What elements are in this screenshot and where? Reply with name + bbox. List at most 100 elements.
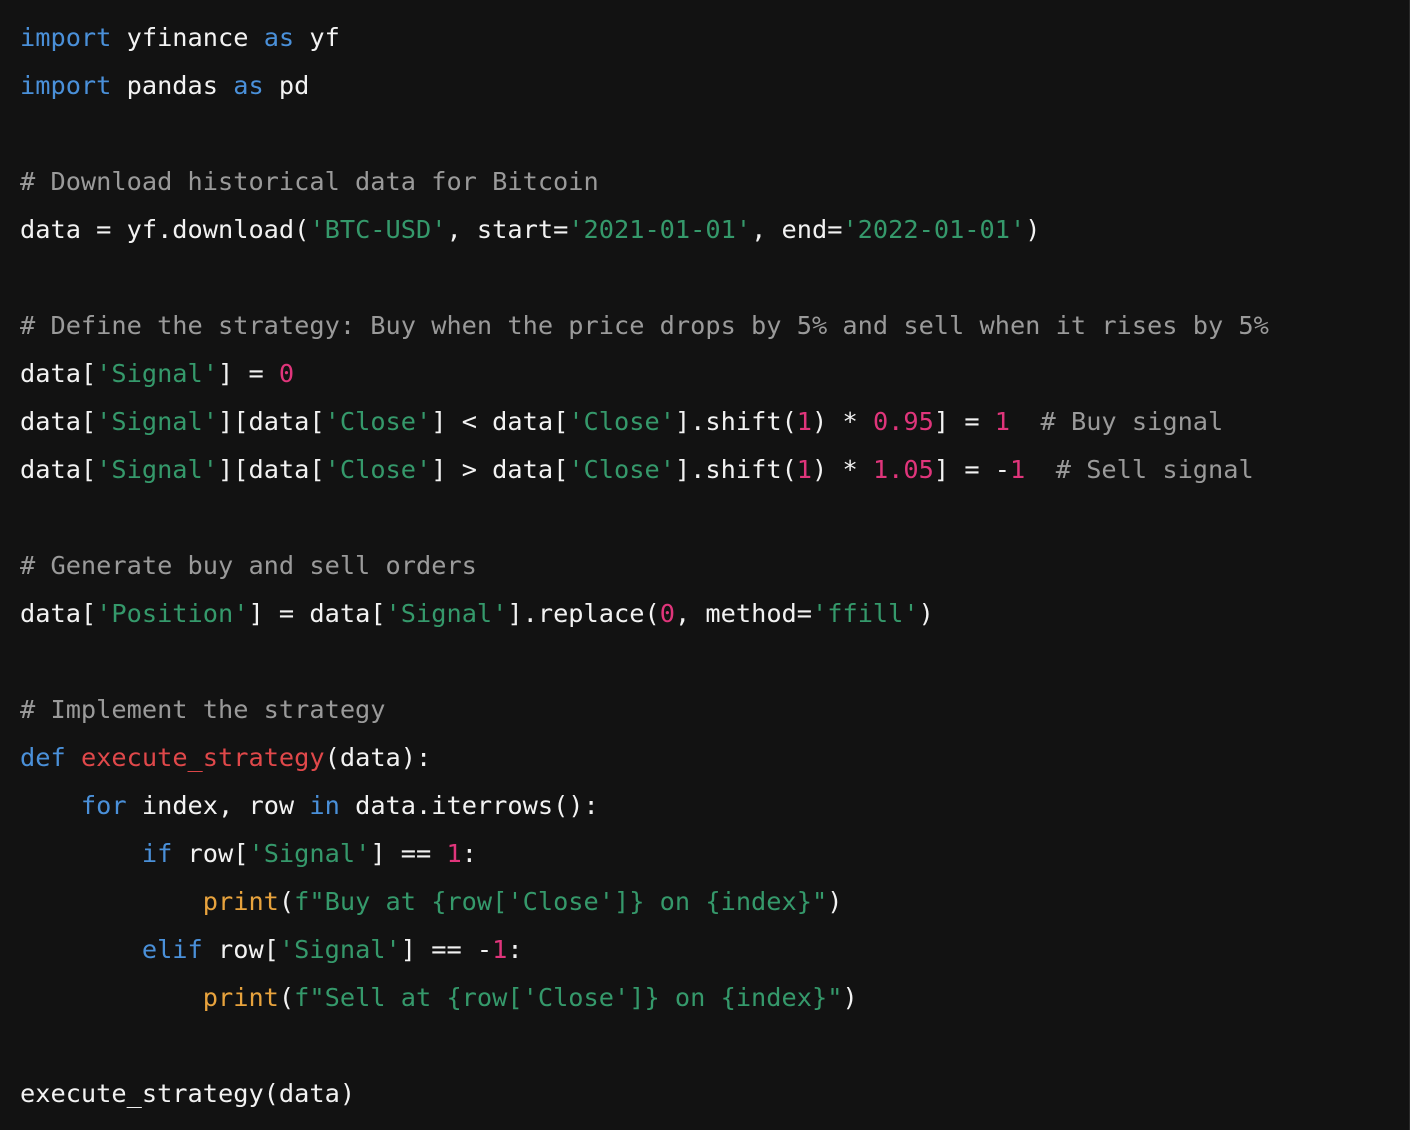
code-token-str: '2021-01-01' [568,215,752,244]
code-token-plain: data[ [20,407,97,436]
code-token-cmt: # Define the strategy: Buy when the pric… [20,311,1269,340]
code-token-plain: ].replace( [507,599,660,628]
code-token-plain: yfinance [111,23,264,52]
code-token-plain: yf [294,23,340,52]
code-token-kw: if [141,839,173,868]
code-line: import pandas as pd [20,62,1269,110]
code-token-plain: row[ [172,839,249,868]
code-token-num: 0.95 [872,407,934,436]
code-token-plain: ] < data[ [431,407,569,436]
code-token-num: 0 [278,359,295,388]
code-token-str: 'Signal' [278,935,401,964]
code-token-str: 'Close' [568,407,675,436]
code-token-plain: , method= [674,599,813,628]
code-token-plain: (data): [324,743,432,772]
code-token-plain: ] = - [933,455,1011,484]
code-line: ​ [20,1022,1269,1070]
code-token-num: 0 [659,599,675,628]
code-token-str: 'Position' [96,599,249,628]
code-token-plain: ( [278,983,295,1012]
code-line: data['Signal'][data['Close'] > data['Clo… [20,446,1269,494]
code-line: print(f"Sell at {row['Close']} on {index… [20,974,1269,1022]
code-token-str: 'Close' [324,407,432,436]
code-token-kw: elif [141,935,203,964]
code-token-plain: data[ [20,599,97,628]
code-token-plain: execute_strategy(data) [20,1079,356,1108]
code-token-plain: : [507,935,523,964]
code-token-num: 1 [796,407,813,436]
code-line: # Implement the strategy [20,686,1269,734]
code-token-plain: ][data[ [218,455,325,484]
code-token-plain: data = yf.download( [20,215,310,244]
code-token-str: 'Signal' [96,359,218,388]
code-token-str: f"Sell at {row['Close']} on {index}" [294,983,843,1012]
code-token-str: 'Signal' [96,455,218,484]
code-token-plain: data.iterrows(): [339,791,599,820]
code-token-str: 'Signal' [248,839,371,868]
code-token-plain: ][data[ [218,407,325,436]
code-line: data['Signal'][data['Close'] < data['Clo… [20,398,1269,446]
code-line: data = yf.download('BTC-USD', start='202… [20,206,1269,254]
code-token-str: 'Signal' [385,599,508,628]
code-token-str: 'ffill' [812,599,919,628]
code-token-kw: for [80,791,127,820]
code-line: data['Position'] = data['Signal'].replac… [20,590,1269,638]
code-token-plain: ].shift( [674,407,797,436]
code-token-str: 'Close' [568,455,675,484]
code-token-plain: index, row [126,791,310,820]
code-token-plain: , start= [446,215,569,244]
code-token-num: 1 [796,455,813,484]
code-token-plain: , end= [751,215,843,244]
code-token-kw: import [20,71,112,100]
code-token-plain: ] = [933,407,995,436]
code-token-plain: row[ [202,935,279,964]
code-line: elif row['Signal'] == -1: [20,926,1269,974]
code-token-plain: ] == - [400,935,493,964]
code-line: # Generate buy and sell orders [20,542,1269,590]
code-token-kw: as [263,23,295,52]
code-line: # Define the strategy: Buy when the pric… [20,302,1269,350]
code-line: def execute_strategy(data): [20,734,1269,782]
code-token-plain: ] = [218,359,279,388]
python-code-block[interactable]: import yfinance as yf import pandas as pd… [20,14,1269,1118]
code-line: ​ [20,110,1269,158]
code-token-kw: as [233,71,264,100]
code-token-call: print [202,887,279,916]
code-token-str: 'Signal' [96,407,218,436]
code-token-cmt: # Generate buy and sell orders [20,551,477,580]
code-token-call: print [202,983,279,1012]
code-token-plain: ].shift( [674,455,797,484]
code-token-str: 'Close' [324,455,432,484]
code-token-plain: ) [918,599,934,628]
code-token-plain: data[ [20,455,97,484]
code-token-num: 1 [446,839,462,868]
code-token-plain: ( [278,887,295,916]
code-token-num: 1 [994,407,1011,436]
code-token-str: '2022-01-01' [842,215,1026,244]
code-token-cmt: # Implement the strategy [20,695,386,724]
code-token-plain: pd [263,71,310,100]
code-token-plain: ) * [812,407,873,436]
code-token-plain: ] == [370,839,447,868]
code-token-kw: import [20,23,112,52]
code-line: ​ [20,638,1269,686]
code-token-plain: : [461,839,477,868]
code-token-plain: data[ [20,359,97,388]
code-token-plain: ) [842,983,858,1012]
code-token-plain: ) [1025,215,1041,244]
code-token-plain: ] > data[ [431,455,569,484]
code-line: ​ [20,254,1269,302]
code-token-plain: ] = data[ [248,599,386,628]
code-line: print(f"Buy at {row['Close']} on {index}… [20,878,1269,926]
code-token-num: 1.05 [872,455,934,484]
code-token-plain: pandas [111,71,234,100]
code-line: # Download historical data for Bitcoin [20,158,1269,206]
code-line: import yfinance as yf [20,14,1269,62]
